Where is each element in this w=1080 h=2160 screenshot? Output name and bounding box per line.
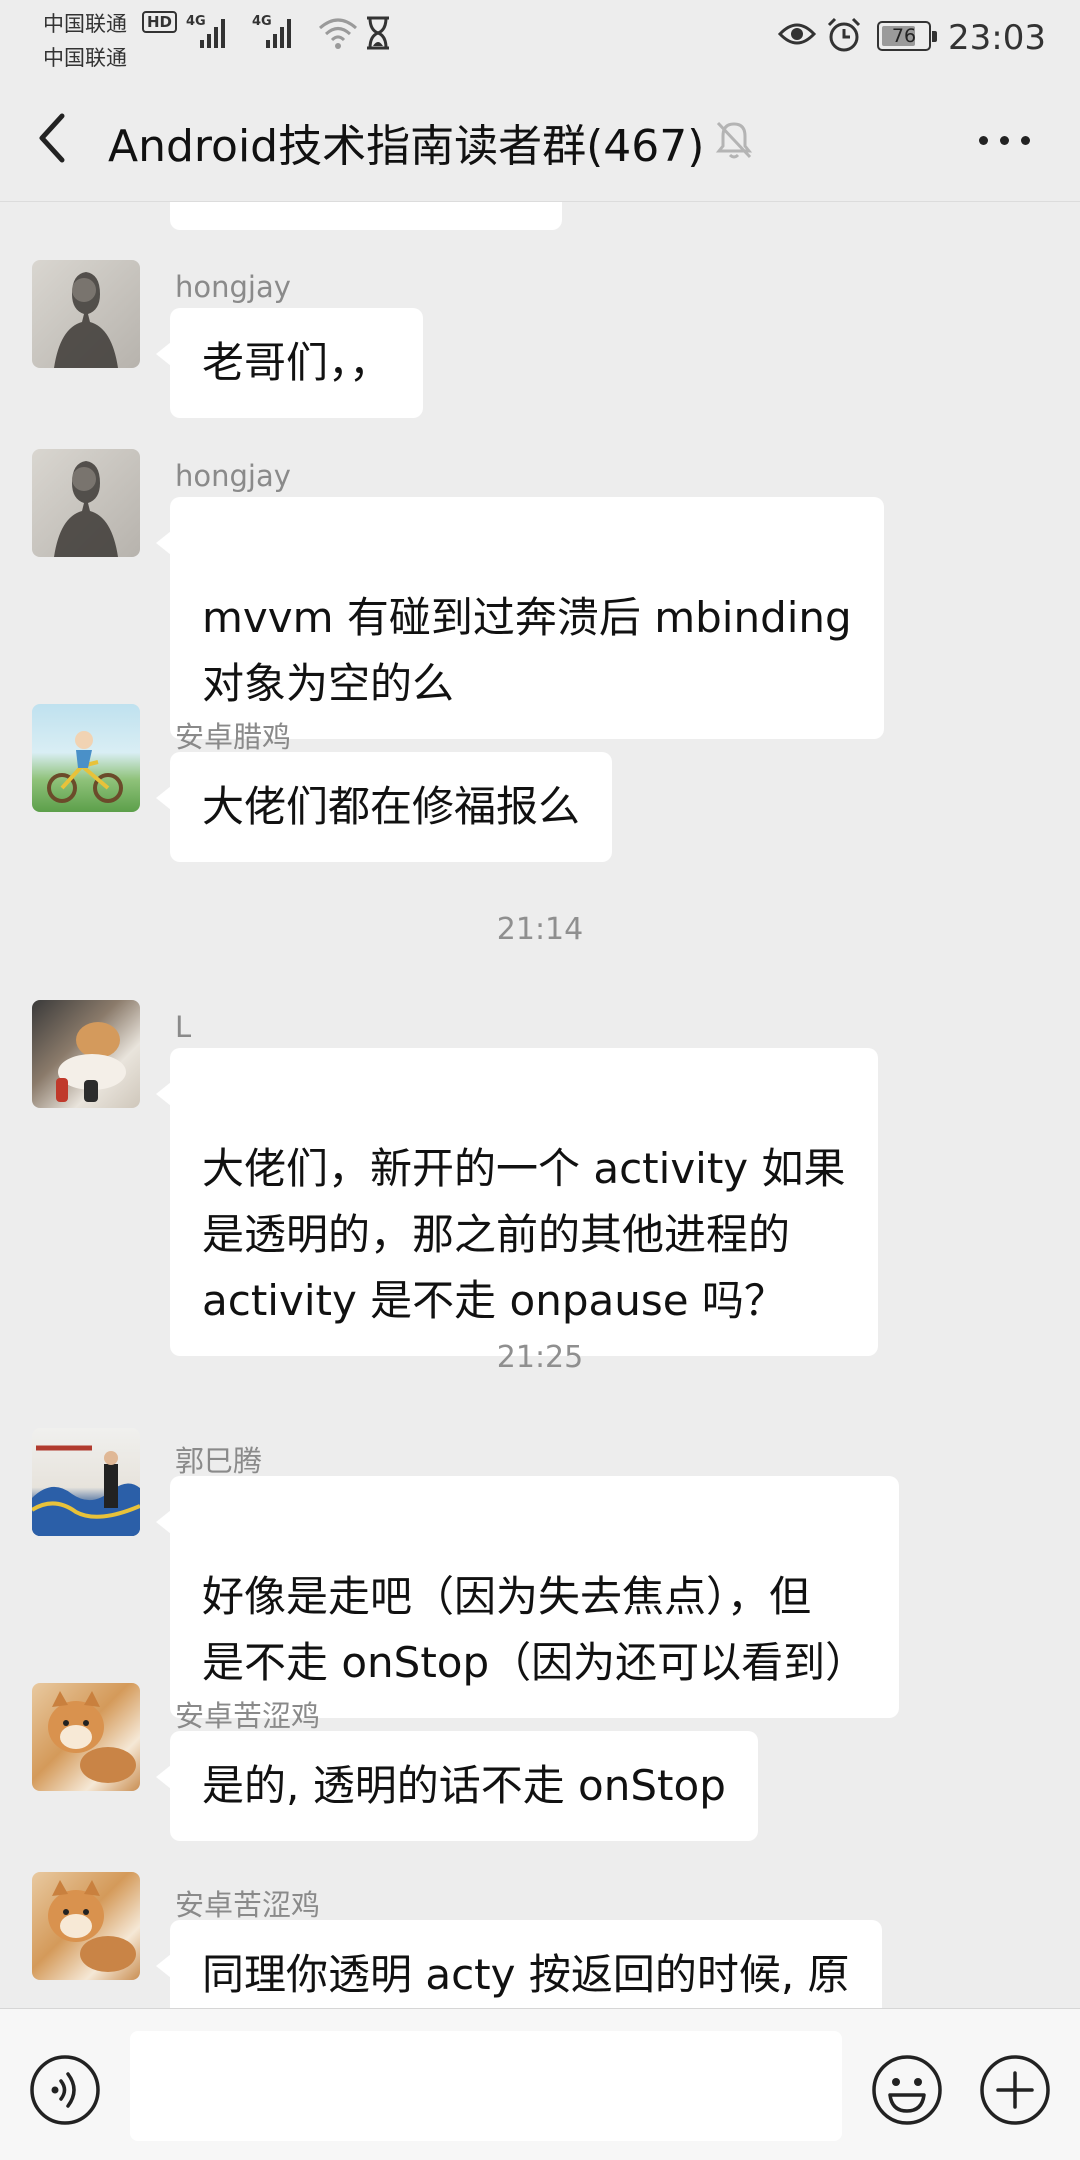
chat-title: Android技术指南读者群(467) [108,121,705,172]
back-button[interactable] [30,108,80,168]
emoji-button[interactable] [870,2053,944,2127]
message-input[interactable] [130,2031,842,2141]
message-bubble[interactable]: 大佬们都在修福报么 [155,752,613,862]
message-text: 是的, 透明的话不走 onStop [202,1761,726,1810]
alarm-icon [827,17,861,52]
avatar[interactable] [32,449,140,557]
hd-badge: HD [142,11,178,33]
mute-bell-icon [715,121,753,159]
message-text: 好像是走吧（因为失去焦点），但 是不走 onStop（因为还可以看到） [202,1572,868,1687]
message-text: 老哥们，， [202,338,392,387]
message-bubble[interactable]: 大佬们，新开的一个 activity 如果 是透明的，那之前的其他进程的 act… [156,1048,878,1356]
sender-name: 安卓腊鸡 [175,720,292,754]
voice-input-button[interactable] [28,2053,102,2127]
chat-header: Android技术指南读者群(467) [0,70,1080,202]
message-bubble[interactable]: 同理你透明 acty 按返回的时候, 原 [156,1920,882,2008]
message-list[interactable]: 不要滚负面消息 hongjay 老哥们，， hongjay mvvm 有碰到过奔… [0,202,1080,2008]
message-bubble[interactable]: 老哥们，， [155,308,424,418]
more-options-button[interactable] [975,122,1035,158]
avatar[interactable] [32,260,140,368]
hourglass-icon [367,16,389,50]
sender-name: hongjay [175,270,291,304]
battery-percent: 76 [891,25,917,47]
wifi-icon [319,18,357,49]
carrier-1: 中国联通 [43,12,127,36]
timestamp: 21:25 [496,1340,584,1375]
message-text: 同理你透明 acty 按返回的时候, 原 [202,1950,850,1999]
battery-icon: 76 [877,21,937,51]
message-text: 不要滚负面消息 [200,202,480,210]
timestamp: 21:14 [496,912,584,947]
message-bubble[interactable]: 好像是走吧（因为失去焦点），但 是不走 onStop（因为还可以看到） [155,1476,900,1718]
sender-name: hongjay [175,459,291,493]
more-functions-button[interactable] [978,2053,1052,2127]
status-bar: 中国联通 中国联通 HD 4G 4G 76 23:03 [0,0,1080,70]
message-bubble[interactable]: 不要滚负面消息 [170,202,562,230]
sender-name: 郭巳腾 [175,1444,263,1478]
carrier-2: 中国联通 [43,46,127,70]
avatar[interactable] [32,704,140,812]
message-text: 大佬们都在修福报么 [202,782,581,831]
avatar[interactable] [32,1428,140,1536]
avatar[interactable] [32,1000,140,1108]
message-text: mvvm 有碰到过奔溃后 mbinding 对象为空的么 [202,593,852,708]
sender-name: 安卓苦涩鸡 [175,1888,321,1922]
message-bubble[interactable]: mvvm 有碰到过奔溃后 mbinding 对象为空的么 [156,497,884,739]
avatar[interactable] [32,1683,140,1791]
message-bubble[interactable]: 是的, 透明的话不走 onStop [156,1731,758,1841]
sender-name: 安卓苦涩鸡 [175,1699,321,1733]
avatar[interactable] [32,1872,140,1980]
eye-comfort-icon [778,23,816,45]
message-text: 大佬们，新开的一个 activity 如果 是透明的，那之前的其他进程的 act… [202,1144,846,1325]
status-time: 23:03 [948,18,1046,58]
sender-name: L [175,1010,192,1044]
input-bar [0,2008,1080,2160]
